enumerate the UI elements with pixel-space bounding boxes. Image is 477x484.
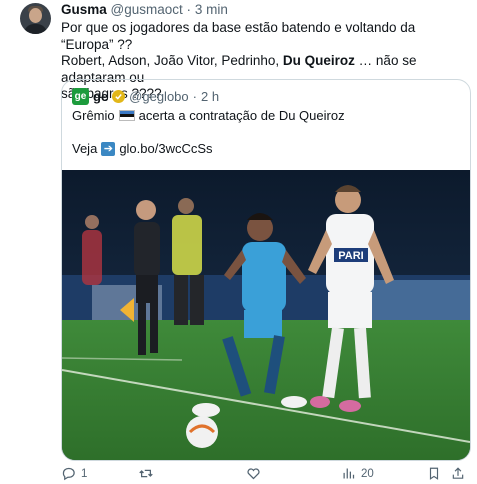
quoted-tweet[interactable]: ge ge @geglobo · 2 h Grêmio acerta a con… [61, 79, 471, 461]
ge-logo-avatar[interactable]: ge [72, 88, 89, 105]
quoted-text-rest: acerta a contratação de Du Queiroz [138, 108, 345, 123]
share-icon [451, 466, 465, 481]
author-name[interactable]: Gusma [61, 2, 107, 17]
separator: · [186, 2, 192, 17]
separator: · [192, 89, 197, 104]
quoted-header: ge ge @geglobo · 2 h [72, 88, 219, 105]
retweet-icon [138, 466, 154, 481]
quoted-link[interactable]: glo.bo/3wcCcSs [119, 141, 212, 156]
tweet-header: Gusma @gusmaoct · 3 min [61, 2, 228, 17]
reply-count: 1 [81, 467, 88, 480]
like-button[interactable] [246, 466, 266, 481]
bookmark-button[interactable] [427, 466, 441, 481]
jersey-sponsor-text: PARI [338, 250, 363, 262]
author-avatar[interactable] [20, 3, 51, 34]
share-button[interactable] [451, 466, 465, 481]
views-button[interactable]: 20 [341, 466, 374, 481]
bookmark-icon [427, 466, 441, 481]
reply-icon [61, 466, 76, 481]
tweet-text-line1: Por que os jogadores da base estão baten… [61, 20, 416, 52]
verified-icon [112, 90, 126, 103]
tweet-actions: 1 20 [61, 466, 466, 482]
tweet-text-line2: Robert, Adson, João Vitor, Pedrinho, [61, 53, 283, 68]
quoted-text-line2: Veja ➔ glo.bo/3wcCcSs [72, 141, 213, 156]
match-photo[interactable]: PARI [62, 170, 470, 460]
like-icon [246, 466, 261, 481]
tweet-time[interactable]: 3 min [195, 2, 228, 17]
retweet-button[interactable] [138, 466, 159, 481]
reply-button[interactable]: 1 [61, 466, 87, 481]
quoted-text-line1: Grêmio acerta a contratação de Du Queiro… [72, 108, 345, 123]
quoted-text-veja: Veja [72, 141, 98, 156]
tweet-text-bold: Du Queiroz [282, 53, 355, 68]
views-icon [341, 466, 356, 481]
quoted-author-handle[interactable]: @geglobo [129, 89, 188, 104]
quoted-time[interactable]: 2 h [201, 89, 219, 104]
author-handle[interactable]: @gusmaoct [111, 2, 183, 17]
quoted-author-name[interactable]: ge [93, 89, 108, 104]
quoted-text-club: Grêmio [72, 108, 115, 123]
arrow-icon: ➔ [101, 141, 116, 156]
flag-icon [118, 110, 135, 121]
views-count: 20 [361, 467, 374, 480]
